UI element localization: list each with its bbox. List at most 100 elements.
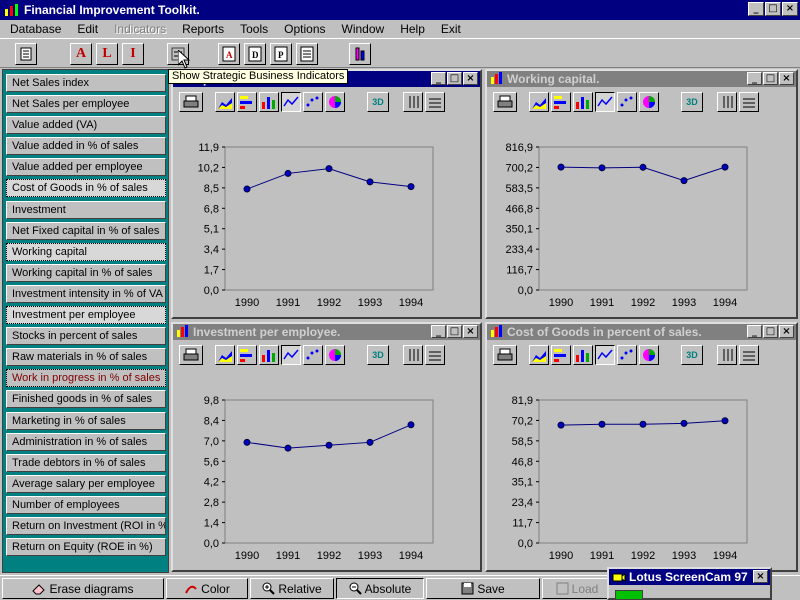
menu-window[interactable]: Window [334, 22, 393, 36]
sidebar-item[interactable]: Working capital in % of sales [6, 263, 166, 282]
report-d-icon[interactable]: D [244, 43, 266, 65]
color-button[interactable]: Color [166, 578, 248, 599]
maximize-button[interactable]: □ [765, 2, 781, 16]
chart-type-vbar-button[interactable] [573, 345, 593, 365]
chart-type-vbar-button[interactable] [259, 92, 279, 112]
sidebar-item[interactable]: Return on Investment (ROI in %) [6, 516, 166, 535]
chart-type-pie-button[interactable] [325, 345, 345, 365]
sidebar-item[interactable]: Net Sales index [6, 74, 166, 92]
chart-type-vbar-button[interactable] [573, 92, 593, 112]
load-button[interactable]: Load [542, 578, 612, 599]
sidebar-item[interactable]: Stocks in percent of sales [6, 327, 166, 346]
grid-horizontal-button[interactable] [425, 92, 445, 112]
chart-close-button[interactable]: × [463, 72, 478, 85]
chart-type-scatter-button[interactable] [617, 92, 637, 112]
sidebar-item[interactable]: Value added in % of sales [6, 137, 166, 156]
chart-maximize-button[interactable]: □ [447, 72, 462, 85]
chart-close-button[interactable]: × [779, 72, 794, 85]
chart-type-line-button[interactable] [281, 345, 301, 365]
sidebar-item[interactable]: Working capital [6, 242, 166, 261]
minimize-button[interactable]: _ [748, 2, 764, 16]
grid-horizontal-button[interactable] [425, 345, 445, 365]
chart-window-caption[interactable]: Working capital. _ □ × [487, 71, 796, 87]
sidebar-item[interactable]: Return on Equity (ROE in %) [6, 538, 166, 557]
chart-type-area-button[interactable] [215, 92, 235, 112]
relative-button[interactable]: Relative [250, 578, 334, 599]
sidebar-item[interactable]: Administration in % of sales [6, 432, 166, 451]
chart-type-area-button[interactable] [529, 345, 549, 365]
menu-edit[interactable]: Edit [69, 22, 106, 36]
sidebar-item[interactable]: Finished goods in % of sales [6, 390, 166, 409]
chart-type-scatter-button[interactable] [617, 345, 637, 365]
chart-minimize-button[interactable]: _ [747, 72, 762, 85]
chart-type-area-button[interactable] [215, 345, 235, 365]
grid-vertical-button[interactable] [403, 345, 423, 365]
close-button[interactable]: × [782, 2, 798, 16]
chart-maximize-button[interactable]: □ [763, 72, 778, 85]
print-chart-button[interactable] [179, 92, 203, 112]
print-chart-button[interactable] [493, 345, 517, 365]
screencam-window[interactable]: Lotus ScreenCam 97 × [607, 567, 772, 600]
chart-window-caption[interactable]: Cost of Goods in percent of sales. _ □ × [487, 324, 796, 340]
sidebar-item[interactable]: Work in progress in % of sales [6, 369, 166, 388]
chart-minimize-button[interactable]: _ [747, 325, 762, 338]
chart-type-scatter-button[interactable] [303, 345, 323, 365]
chart-window-investment-per-employee[interactable]: Investment per employee. _ □ × 3D 9,8 8,4 7,0 5,… [171, 322, 482, 572]
l-button[interactable]: L [96, 43, 118, 65]
chart-type-scatter-button[interactable] [303, 92, 323, 112]
chart-type-line-button[interactable] [281, 92, 301, 112]
chart-type-hbar-button[interactable] [237, 92, 257, 112]
3d-toggle-button[interactable]: 3D [367, 345, 389, 365]
sidebar-item[interactable]: Value added (VA) [6, 116, 166, 135]
chart-type-pie-button[interactable] [639, 92, 659, 112]
bar-indicator-icon[interactable] [349, 43, 371, 65]
sidebar-item[interactable]: Net Fixed capital in % of sales [6, 221, 166, 240]
chart-type-vbar-button[interactable] [259, 345, 279, 365]
3d-toggle-button[interactable]: 3D [367, 92, 389, 112]
grid-vertical-button[interactable] [717, 345, 737, 365]
database-icon[interactable] [15, 43, 37, 65]
chart-type-pie-button[interactable] [639, 345, 659, 365]
screencam-close-button[interactable]: × [753, 570, 768, 583]
a-button[interactable]: A [70, 43, 92, 65]
erase-diagrams-button[interactable]: Erase diagrams [2, 578, 164, 599]
menu-database[interactable]: Database [2, 22, 69, 36]
i-button[interactable]: I [122, 43, 144, 65]
chart-minimize-button[interactable]: _ [431, 325, 446, 338]
report-p-icon[interactable]: P [270, 43, 292, 65]
chart-type-hbar-button[interactable] [237, 345, 257, 365]
sidebar-item[interactable]: Cost of Goods in % of sales [6, 179, 166, 198]
3d-toggle-button[interactable]: 3D [681, 345, 703, 365]
grid-horizontal-button[interactable] [739, 92, 759, 112]
menu-options[interactable]: Options [276, 22, 333, 36]
chart-type-hbar-button[interactable] [551, 92, 571, 112]
menu-indicators[interactable]: Indicators [106, 22, 174, 36]
chart-close-button[interactable]: × [779, 325, 794, 338]
chart-type-line-button[interactable] [595, 92, 615, 112]
chart-window-caption[interactable]: Investment per employee. _ □ × [173, 324, 480, 340]
chart-maximize-button[interactable]: □ [447, 325, 462, 338]
menu-reports[interactable]: Reports [174, 22, 232, 36]
sidebar-item[interactable]: Average salary per employee [6, 474, 166, 493]
chart-type-area-button[interactable] [529, 92, 549, 112]
sidebar-item[interactable]: Investment intensity in % of VA [6, 284, 166, 303]
sidebar-item[interactable]: Net Sales per employee [6, 95, 166, 114]
chart-minimize-button[interactable]: _ [431, 72, 446, 85]
chart-window-cost-of-goods[interactable]: Cost of Goods in percent of sales. _ □ × 3D 8… [485, 322, 798, 572]
report-a-icon[interactable]: A [218, 43, 240, 65]
sidebar-item[interactable]: Raw materials in % of sales [6, 348, 166, 367]
chart-window-working-capital[interactable]: Working capital. _ □ × 3D 816,9 700,2 583,5 466,… [485, 69, 798, 319]
grid-horizontal-button[interactable] [739, 345, 759, 365]
chart-type-line-button[interactable] [595, 345, 615, 365]
sidebar-item[interactable]: Investment per employee [6, 306, 166, 325]
absolute-button[interactable]: Absolute [336, 578, 424, 599]
chart-maximize-button[interactable]: □ [763, 325, 778, 338]
chart-window-sales-percent[interactable]: ...per cent of sales._□×3D11,910,28,56,8… [171, 69, 482, 319]
menu-exit[interactable]: Exit [433, 22, 469, 36]
report-list-icon[interactable] [296, 43, 318, 65]
chart-type-hbar-button[interactable] [551, 345, 571, 365]
grid-vertical-button[interactable] [403, 92, 423, 112]
save-button[interactable]: Save [426, 578, 540, 599]
3d-toggle-button[interactable]: 3D [681, 92, 703, 112]
sidebar-item[interactable]: Marketing in % of sales [6, 411, 166, 430]
